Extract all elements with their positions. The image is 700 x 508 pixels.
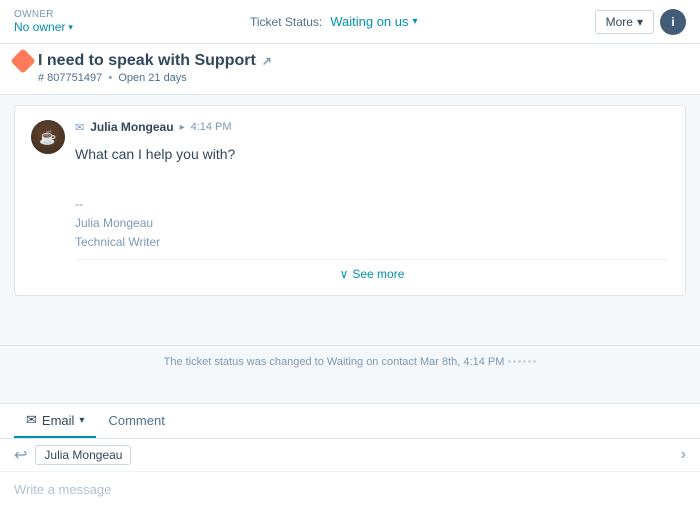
compose-input[interactable]: Write a message <box>0 472 700 508</box>
dot2 <box>513 360 516 363</box>
dot1 <box>508 360 511 363</box>
owner-label: Owner <box>14 9 73 20</box>
ticket-status-section: Ticket Status: Waiting on us ▾ <box>250 14 418 29</box>
tab-comment[interactable]: Comment <box>96 405 176 438</box>
external-link-icon[interactable]: ↗ <box>262 54 272 68</box>
chevron-down-icon: ∨ <box>340 267 349 281</box>
owner-section: Owner No owner ▾ <box>14 9 73 34</box>
signature-line1: -- <box>75 195 669 214</box>
top-bar-actions: More ▾ i <box>595 9 686 35</box>
sender-name: Julia Mongeau <box>90 120 173 134</box>
signature-line3: Technical Writer <box>75 233 669 252</box>
ticket-number: # 807751497 <box>38 72 102 84</box>
message-text: What can I help you with? <box>75 144 669 165</box>
owner-value[interactable]: No owner ▾ <box>14 20 73 34</box>
more-chevron-icon: ▾ <box>637 15 643 29</box>
dot4 <box>523 360 526 363</box>
compose-area: ✉ Email ▾ Comment ↩ Julia Mongeau › Writ… <box>0 403 700 508</box>
see-more-row: ∨ See more <box>75 259 669 281</box>
avatar: ☕ <box>31 120 65 154</box>
message-header: ✉ Julia Mongeau ▸ 4:14 PM <box>75 120 669 134</box>
status-value: Waiting on us <box>330 14 408 29</box>
signature-line2: Julia Mongeau <box>75 214 669 233</box>
main-content: ☕ ✉ Julia Mongeau ▸ 4:14 PM What can I h… <box>0 95 700 345</box>
status-change-dots <box>508 360 536 363</box>
compose-placeholder: Write a message <box>14 482 111 497</box>
see-more-button[interactable]: ∨ See more <box>340 267 405 281</box>
message-signature: -- Julia Mongeau Technical Writer <box>75 195 669 253</box>
more-button[interactable]: More ▾ <box>595 10 654 34</box>
ticket-status-label: Ticket Status: <box>250 15 322 29</box>
message-direction-icon: ▸ <box>180 122 185 133</box>
title-bar: I need to speak with Support ↗ # 8077514… <box>0 44 700 95</box>
dot3 <box>518 360 521 363</box>
status-change-text: The ticket status was changed to Waiting… <box>164 356 505 368</box>
top-bar: Owner No owner ▾ Ticket Status: Waiting … <box>0 0 700 44</box>
recipient-chip: Julia Mongeau <box>35 445 131 465</box>
ticket-title-text: I need to speak with Support <box>38 52 256 70</box>
compose-tabs: ✉ Email ▾ Comment <box>0 404 700 439</box>
email-tab-chevron: ▾ <box>79 415 84 426</box>
reply-icon[interactable]: ↩ <box>14 445 27 465</box>
avatar-image: ☕ <box>31 120 65 154</box>
ticket-title: I need to speak with Support ↗ <box>14 52 686 70</box>
hubspot-icon <box>10 48 35 73</box>
dot6 <box>533 360 536 363</box>
message-card: ☕ ✉ Julia Mongeau ▸ 4:14 PM What can I h… <box>14 105 686 296</box>
tab-email[interactable]: ✉ Email ▾ <box>14 404 96 438</box>
email-tab-icon: ✉ <box>26 412 37 428</box>
info-button[interactable]: i <box>660 9 686 35</box>
dot5 <box>528 360 531 363</box>
open-days: Open 21 days <box>118 72 187 84</box>
message-body: ✉ Julia Mongeau ▸ 4:14 PM What can I hel… <box>75 120 669 281</box>
status-badge[interactable]: Waiting on us ▾ <box>330 14 417 29</box>
ticket-meta: # 807751497 • Open 21 days <box>14 72 686 84</box>
status-chevron-icon: ▾ <box>413 16 418 27</box>
status-change-bar: The ticket status was changed to Waiting… <box>0 345 700 377</box>
message-time: 4:14 PM <box>191 121 232 133</box>
recipient-bar: ↩ Julia Mongeau › <box>0 439 700 472</box>
expand-button[interactable]: › <box>681 446 686 464</box>
owner-chevron-icon: ▾ <box>68 22 73 33</box>
email-icon: ✉ <box>75 121 84 134</box>
